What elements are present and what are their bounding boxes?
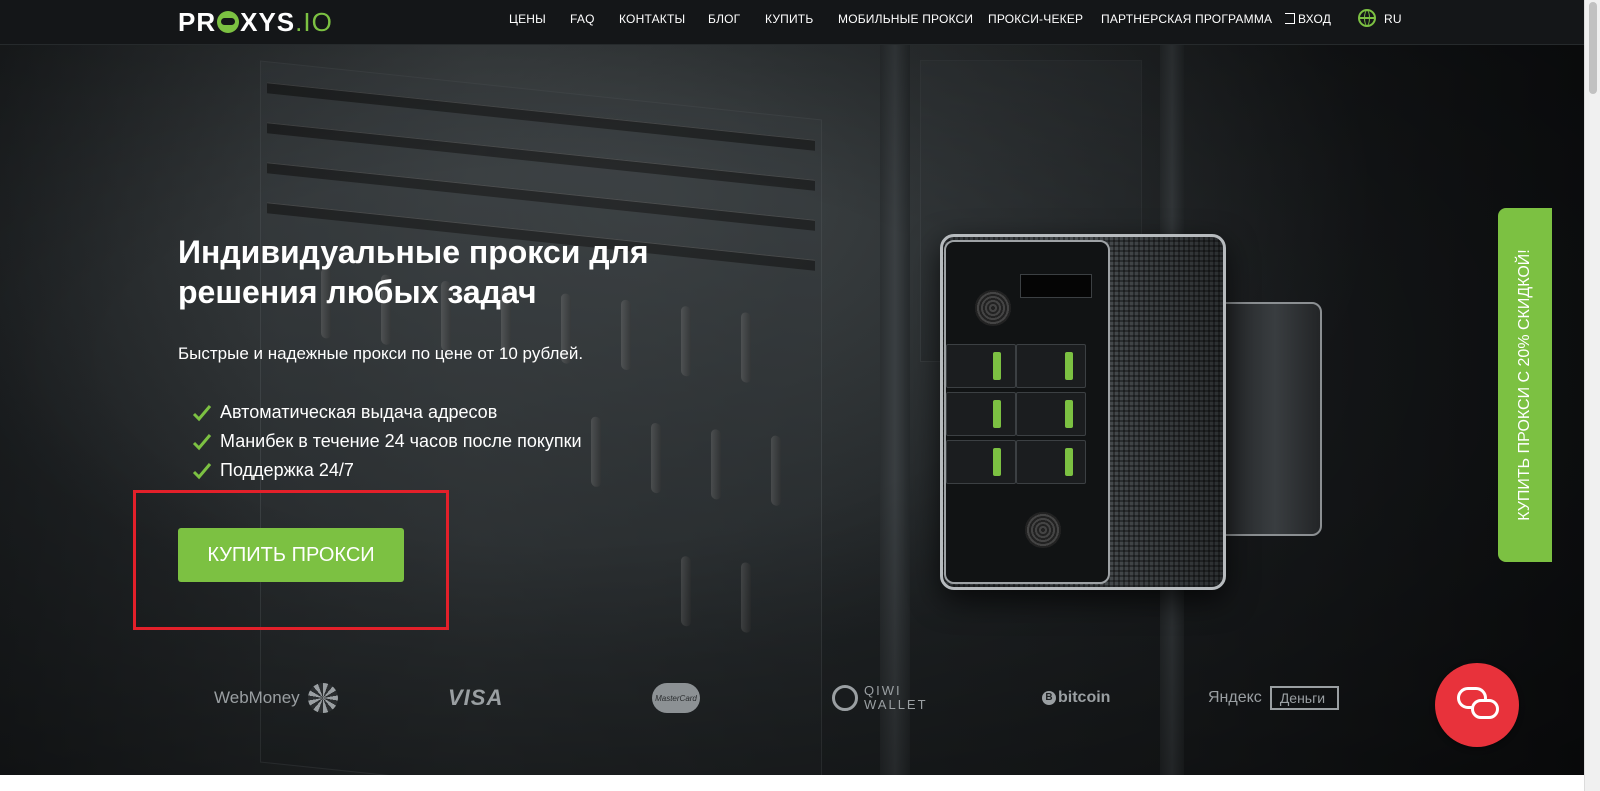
scrollbar-thumb[interactable]: [1589, 2, 1597, 94]
nav-link-contacts[interactable]: КОНТАКТЫ: [619, 12, 685, 26]
nav-link-partner-program[interactable]: ПАРТНЕРСКАЯ ПРОГРАММА: [1101, 12, 1272, 26]
payment-webmoney: WebMoney: [214, 676, 338, 720]
browser-bottom-edge: [0, 775, 1584, 791]
chat-button[interactable]: [1435, 663, 1519, 747]
hero-title: Индивидуальные прокси для решения любых …: [178, 234, 649, 310]
payment-yandex-money: Яндекс Деньги: [1208, 676, 1340, 720]
page: PR XYS .IO ЦЕНЫ FAQ КОНТАКТЫ БЛОГ КУПИТЬ…: [0, 0, 1584, 791]
payment-methods: WebMoney VISA MasterCard QIWI WALLET B bi…: [0, 676, 1584, 720]
logo-mask-icon: [217, 11, 240, 33]
payment-bitcoin: B bitcoin: [1042, 676, 1110, 720]
server-fan: [1025, 512, 1061, 548]
nav-link-faq[interactable]: FAQ: [570, 12, 595, 26]
highlight-annotation-box: [133, 490, 449, 630]
payment-qiwi: QIWI WALLET: [832, 676, 928, 720]
payment-mastercard: MasterCard: [652, 676, 700, 720]
check-icon: [192, 433, 212, 450]
nav-link-mobile-proxy[interactable]: МОБИЛЬНЫЕ ПРОКСИ: [838, 12, 973, 26]
server-drive-bay: [1016, 344, 1086, 388]
nav-link-login[interactable]: ВХОД: [1285, 12, 1331, 26]
nav-link-blog[interactable]: БЛОГ: [708, 12, 740, 26]
server-drive-bay: [1016, 440, 1086, 484]
feature-item: Манибек в течение 24 часов после покупки: [192, 427, 582, 456]
feature-list: Автоматическая выдача адресов Манибек в …: [192, 398, 582, 485]
login-icon: [1285, 13, 1295, 24]
page-scrollbar[interactable]: [1584, 0, 1600, 791]
top-navbar: PR XYS .IO ЦЕНЫ FAQ КОНТАКТЫ БЛОГ КУПИТЬ…: [0, 0, 1584, 45]
server-drive-bay: [946, 344, 1016, 388]
check-icon: [192, 462, 212, 479]
discount-side-tab[interactable]: КУПИТЬ ПРОКСИ С 20% СКИДКОЙ!: [1498, 208, 1552, 562]
server-drive-bay: [1016, 392, 1086, 436]
nav-link-prices[interactable]: ЦЕНЫ: [509, 12, 546, 26]
feature-item: Поддержка 24/7: [192, 456, 582, 485]
server-drive-bay: [946, 440, 1016, 484]
hero-subtitle: Быстрые и надежные прокси по цене от 10 …: [178, 344, 584, 363]
check-icon: [192, 404, 212, 421]
nav-link-buy[interactable]: КУПИТЬ: [765, 12, 813, 26]
brand-logo[interactable]: PR XYS .IO: [178, 7, 333, 37]
server-fan: [975, 290, 1011, 326]
mastercard-icon: MasterCard: [652, 683, 700, 713]
globe-icon[interactable]: [1358, 9, 1376, 27]
server-dvd-drive: [1020, 274, 1092, 298]
webmoney-globe-icon: [307, 683, 338, 713]
server-drive-bay: [946, 392, 1016, 436]
qiwi-icon: [832, 685, 858, 711]
feature-item: Автоматическая выдача адресов: [192, 398, 582, 427]
payment-visa: VISA: [448, 685, 504, 710]
language-selector[interactable]: RU: [1384, 12, 1402, 26]
nav-link-proxy-checker[interactable]: ПРОКСИ-ЧЕКЕР: [988, 12, 1083, 26]
bitcoin-icon: B: [1042, 691, 1056, 705]
background-server-room: [0, 0, 1584, 791]
